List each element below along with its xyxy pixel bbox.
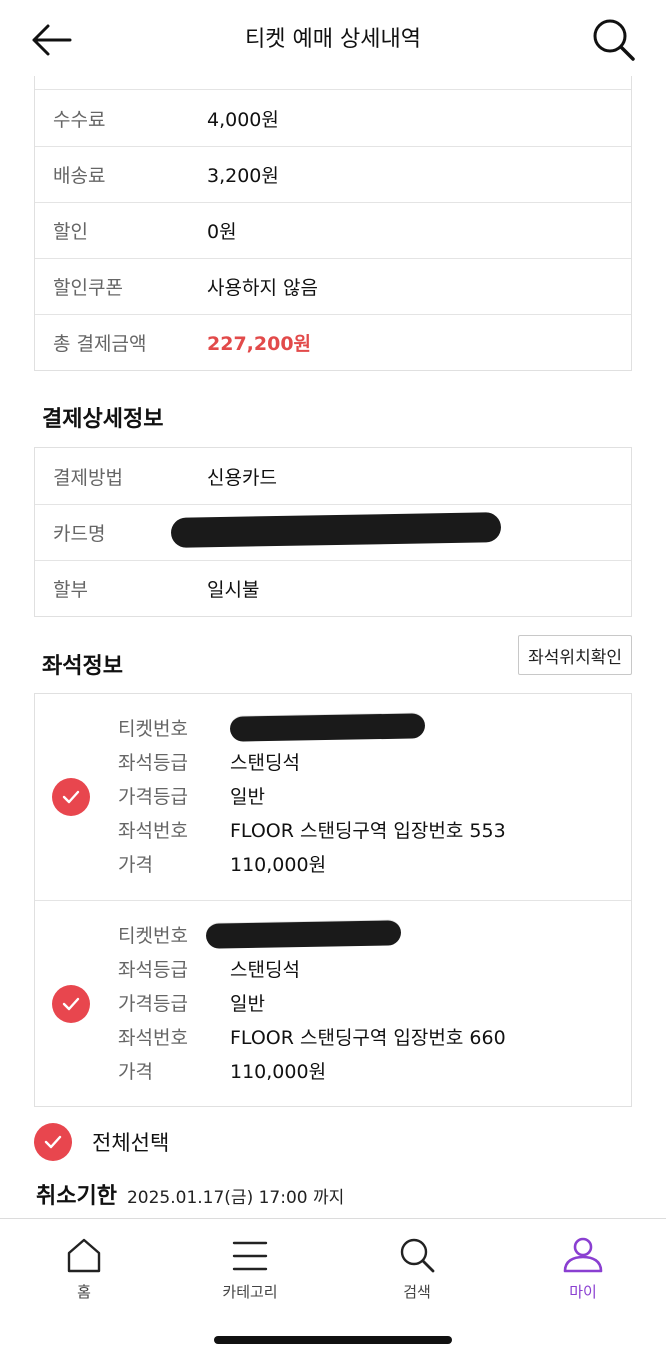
ticket-row: 가격 110,000원 bbox=[118, 1053, 506, 1087]
row-value: FLOOR 스탠딩구역 입장번호 660 bbox=[230, 1026, 506, 1049]
arrow-left-icon bbox=[32, 24, 72, 56]
search-button[interactable] bbox=[588, 14, 640, 66]
tab-home[interactable]: 홈 bbox=[24, 1227, 144, 1302]
payment-table: 결제방법 신용카드 카드명 할부 일시불 bbox=[34, 447, 632, 617]
tab-label: 카테고리 bbox=[222, 1283, 278, 1301]
row-value: 3,200원 bbox=[207, 165, 279, 187]
row-label: 할인 bbox=[53, 221, 88, 243]
redacted-mark bbox=[229, 712, 426, 742]
row-label: 배송료 bbox=[53, 165, 106, 187]
menu-icon bbox=[232, 1241, 268, 1271]
row-value: 일반 bbox=[230, 992, 265, 1015]
table-row-discount: 할인 0원 bbox=[35, 202, 631, 258]
cancel-deadline: 취소기한 2025.01.17(금) 17:00 까지 bbox=[36, 1178, 344, 1210]
row-label: 총 결제금액 bbox=[53, 333, 147, 355]
row-label: 수수료 bbox=[53, 108, 106, 131]
row-value: 사용하지 않음 bbox=[207, 277, 318, 299]
ticket-item[interactable]: 티켓번호 좌석등급 스탠딩석 가격등급 일반 좌석번호 FLOOR 스탠딩구역 입장번… bbox=[35, 900, 631, 1106]
row-label: 할부 bbox=[53, 579, 88, 601]
home-icon bbox=[67, 1238, 101, 1273]
detail-content: 수수료 4,000원 배송료 3,200원 할인 0원 할인쿠폰 사용하지 않음… bbox=[34, 76, 632, 1107]
table-row-method: 결제방법 신용카드 bbox=[35, 448, 631, 504]
price-summary-table: 수수료 4,000원 배송료 3,200원 할인 0원 할인쿠폰 사용하지 않음… bbox=[34, 76, 632, 371]
ticket-row: 좌석등급 스탠딩석 bbox=[118, 951, 506, 985]
redacted-mark bbox=[170, 512, 502, 548]
row-label: 가격등급 bbox=[118, 992, 188, 1015]
home-indicator bbox=[214, 1336, 452, 1344]
search-icon bbox=[400, 1238, 435, 1273]
row-value: 스탠딩석 bbox=[230, 958, 300, 981]
check-icon bbox=[44, 1135, 62, 1149]
row-value: 스탠딩석 bbox=[230, 751, 300, 774]
tab-label: 검색 bbox=[403, 1283, 431, 1301]
ticket-row: 티켓번호 bbox=[118, 917, 506, 951]
ticket-row: 좌석등급 스탠딩석 bbox=[118, 744, 506, 778]
ticket-row: 좌석번호 FLOOR 스탠딩구역 입장번호 660 bbox=[118, 1019, 506, 1053]
select-all-toggle[interactable]: 전체선택 bbox=[34, 1123, 169, 1161]
table-row-coupon: 할인쿠폰 사용하지 않음 bbox=[35, 258, 631, 314]
row-label: 가격등급 bbox=[118, 785, 188, 808]
payment-section-title: 결제상세정보 bbox=[42, 407, 164, 432]
app-header: 티켓 예매 상세내역 bbox=[0, 0, 666, 80]
search-icon bbox=[593, 19, 635, 61]
check-icon bbox=[62, 997, 80, 1011]
total-amount: 227,200원 bbox=[207, 333, 312, 355]
ticket-checkbox[interactable] bbox=[52, 778, 90, 816]
tab-label: 홈 bbox=[77, 1283, 91, 1301]
user-icon bbox=[563, 1237, 603, 1273]
seat-section-header: 좌석정보 좌석위치확인 bbox=[34, 635, 632, 693]
back-button[interactable] bbox=[26, 20, 78, 60]
row-label: 티켓번호 bbox=[118, 717, 188, 740]
select-all-label: 전체선택 bbox=[92, 1131, 170, 1155]
ticket-row: 가격등급 일반 bbox=[118, 778, 506, 812]
table-row-clipped bbox=[35, 76, 631, 90]
row-value bbox=[170, 512, 502, 550]
ticket-checkbox[interactable] bbox=[52, 985, 90, 1023]
cancel-deadline-label: 취소기한 bbox=[36, 1184, 117, 1209]
row-label: 좌석등급 bbox=[118, 751, 188, 774]
ticket-list: 티켓번호 좌석등급 스탠딩석 가격등급 일반 좌석번호 FLOOR 스탠딩구역 입장번… bbox=[34, 693, 632, 1107]
table-row-card-name: 카드명 bbox=[35, 504, 631, 560]
table-row-total: 총 결제금액 227,200원 bbox=[35, 314, 631, 370]
ticket-row: 좌석번호 FLOOR 스탠딩구역 입장번호 553 bbox=[118, 812, 506, 846]
tab-label: 마이 bbox=[569, 1283, 597, 1301]
table-row-installment: 할부 일시불 bbox=[35, 560, 631, 616]
row-label: 좌석번호 bbox=[118, 819, 188, 842]
row-value: 110,000원 bbox=[230, 1060, 327, 1083]
ticket-row: 가격등급 일반 bbox=[118, 985, 506, 1019]
row-label: 좌석번호 bbox=[118, 1026, 188, 1049]
ticket-row: 가격 110,000원 bbox=[118, 846, 506, 880]
table-row-delivery: 배송료 3,200원 bbox=[35, 146, 631, 202]
check-seat-location-button[interactable]: 좌석위치확인 bbox=[518, 635, 632, 675]
table-row-fee: 수수료 4,000원 bbox=[35, 90, 631, 146]
check-icon bbox=[62, 790, 80, 804]
cancel-deadline-value: 2025.01.17(금) 17:00 까지 bbox=[126, 1188, 345, 1208]
row-label: 가격 bbox=[118, 853, 153, 876]
row-value: FLOOR 스탠딩구역 입장번호 553 bbox=[230, 819, 506, 842]
row-value: 일시불 bbox=[207, 579, 260, 601]
ticket-details: 티켓번호 좌석등급 스탠딩석 가격등급 일반 좌석번호 FLOOR 스탠딩구역 입장번… bbox=[118, 710, 506, 880]
row-value: 일반 bbox=[230, 785, 265, 808]
row-label: 할인쿠폰 bbox=[53, 277, 123, 299]
row-value: 110,000원 bbox=[230, 853, 327, 876]
tab-my[interactable]: 마이 bbox=[523, 1227, 643, 1302]
seat-section-title: 좌석정보 bbox=[42, 654, 123, 679]
select-all-checkbox[interactable] bbox=[34, 1123, 72, 1161]
ticket-item[interactable]: 티켓번호 좌석등급 스탠딩석 가격등급 일반 좌석번호 FLOOR 스탠딩구역 입장번… bbox=[35, 694, 631, 900]
row-value: 4,000원 bbox=[207, 108, 279, 131]
row-label: 결제방법 bbox=[53, 466, 123, 489]
ticket-row: 티켓번호 bbox=[118, 710, 506, 744]
page-title: 티켓 예매 상세내역 bbox=[245, 27, 421, 52]
row-value: 신용카드 bbox=[207, 466, 277, 489]
row-value: 0원 bbox=[207, 221, 237, 243]
redacted-mark bbox=[205, 919, 402, 949]
tab-category[interactable]: 카테고리 bbox=[190, 1227, 310, 1302]
row-label: 가격 bbox=[118, 1060, 153, 1083]
ticket-details: 티켓번호 좌석등급 스탠딩석 가격등급 일반 좌석번호 FLOOR 스탠딩구역 입장번… bbox=[118, 917, 506, 1087]
tab-search[interactable]: 검색 bbox=[357, 1227, 477, 1302]
row-label: 좌석등급 bbox=[118, 958, 188, 981]
